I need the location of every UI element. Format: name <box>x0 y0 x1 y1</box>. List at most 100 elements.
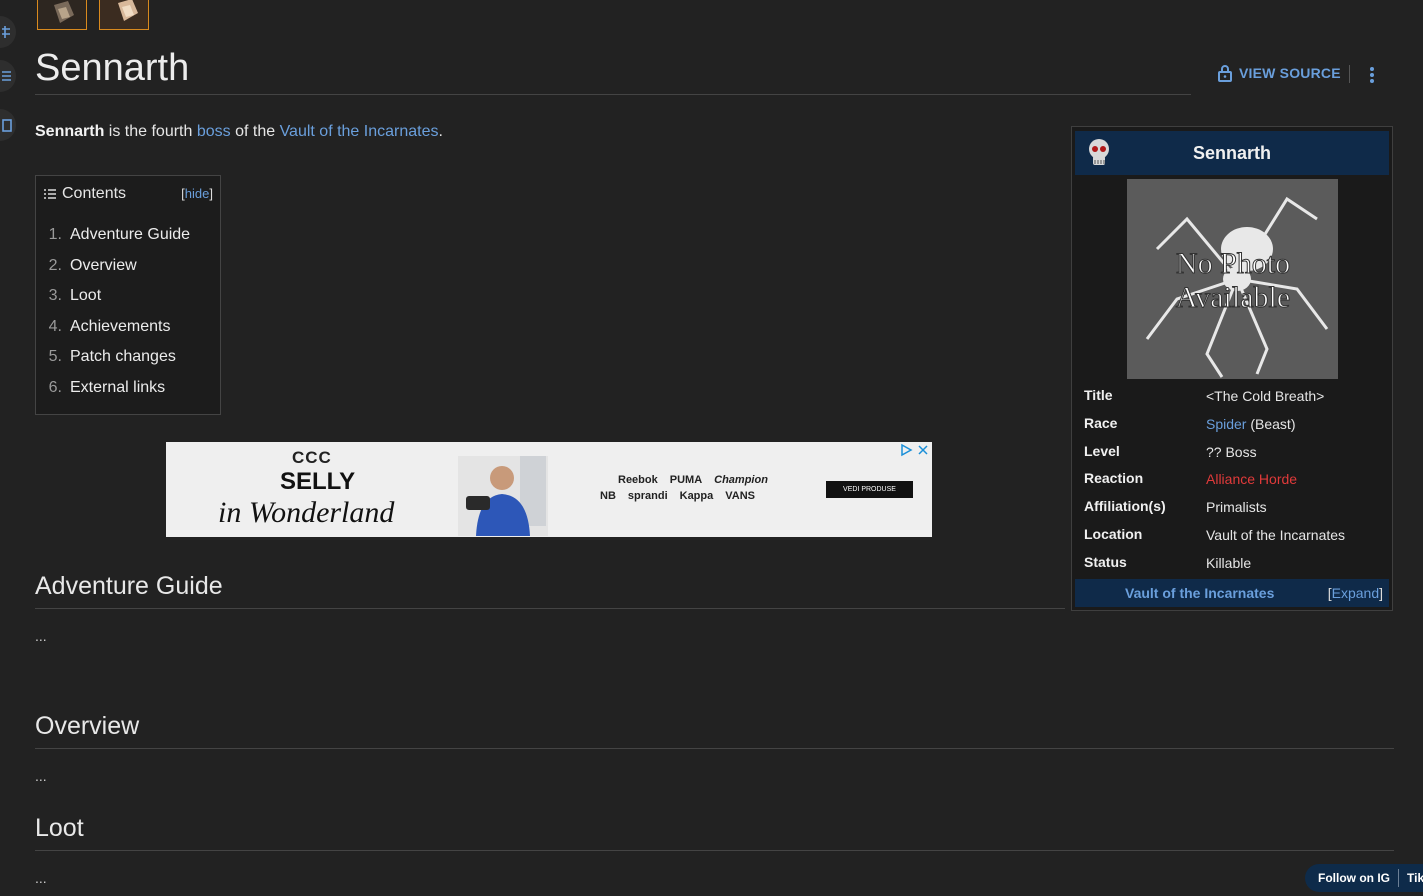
infobox-row-reaction: Reaction Alliance Horde <box>1072 470 1392 498</box>
footer-vault-link[interactable]: Vault of the Incarnates <box>1125 585 1274 601</box>
toc-item-label: Loot <box>70 287 102 304</box>
title-divider <box>35 94 1191 95</box>
infobox-label: Title <box>1084 387 1113 403</box>
toc-item-label: External links <box>70 378 166 396</box>
toc-item-number: 5. <box>48 348 62 365</box>
section-heading-loot: Loot <box>35 814 84 842</box>
toc-hide-toggle: [hide] <box>181 186 213 201</box>
section-heading-adventure-guide: Adventure Guide <box>35 572 223 600</box>
social-follow-bar: Follow on IG Tik <box>1305 864 1423 892</box>
view-source-label: VIEW SOURCE <box>1239 65 1341 81</box>
expand-toggle: [Expand] <box>1328 585 1383 601</box>
rail-button-toggle[interactable] <box>0 16 16 48</box>
thumbnail-image <box>38 0 86 29</box>
expand-link[interactable]: Expand <box>1332 585 1379 601</box>
infobox-title: Sennarth <box>1192 142 1271 163</box>
thumbnail-2[interactable] <box>99 0 149 30</box>
toc-item[interactable]: 4. Achievements <box>36 318 190 349</box>
ad-logos-row-1: Reebok PUMA Champion <box>618 474 768 486</box>
photo-placeholder-line2: Available <box>1176 281 1290 314</box>
infobox-row-location: Location Vault of the Incarnates <box>1072 526 1392 554</box>
follow-tiktok-button[interactable]: Tik <box>1407 871 1423 885</box>
expand-bracket-close: ] <box>1379 585 1383 601</box>
infobox-label: Affiliation(s) <box>1084 498 1166 514</box>
section-body: ... <box>35 870 47 886</box>
infobox-row-status: Status Killable <box>1072 554 1392 582</box>
section-divider <box>35 748 1394 749</box>
toc-hide-link[interactable]: hide <box>185 186 210 201</box>
ad-banner[interactable]: CCC SELLY in Wonderland Reebok PUMA Cham… <box>166 442 932 537</box>
ad-logos-row-2: NB sprandi Kappa VANS <box>600 490 755 502</box>
follow-divider <box>1398 869 1399 887</box>
toc-item-label: Patch changes <box>70 348 176 365</box>
page-title: Sennarth <box>35 47 190 89</box>
view-source-button[interactable]: VIEW SOURCE <box>1217 64 1341 82</box>
infobox-row-race: Race Spider (Beast) <box>1072 415 1392 443</box>
ad-logo: Reebok <box>618 474 658 486</box>
toc-item-number: 3. <box>48 287 62 304</box>
section-heading-overview: Overview <box>35 712 140 740</box>
toc-item-label: Achievements <box>70 317 171 335</box>
ad-brand-mid: SELLY <box>280 468 356 495</box>
race-suffix: (Beast) <box>1246 416 1296 432</box>
rail-button-copy[interactable] <box>0 109 16 141</box>
thumbnail-1[interactable] <box>37 0 87 30</box>
infobox-value: Killable <box>1206 555 1252 571</box>
rail-button-toc[interactable] <box>0 60 16 92</box>
ad-choices[interactable] <box>899 443 930 457</box>
toc-item[interactable]: 5. Patch changes <box>36 348 190 379</box>
toc-item-number: 6. <box>48 378 62 396</box>
clipboard-icon <box>2 119 12 132</box>
ad-logo: VANS <box>725 490 755 502</box>
infobox-label: Level <box>1084 443 1120 459</box>
toc-list-icon <box>44 189 56 199</box>
toc-item[interactable]: 2. Overview <box>36 257 190 288</box>
toc-list: 1. Adventure Guide 2. Overview 3. Loot 4. Ac… <box>36 226 190 409</box>
toc-item[interactable]: 3. Loot <box>36 287 190 318</box>
toc-header: Contents <box>44 185 126 203</box>
ad-cta-button[interactable]: VEDI PRODUSE <box>826 481 913 498</box>
vault-link[interactable]: Vault of the Incarnates <box>280 123 439 140</box>
toc-item-number: 4. <box>48 317 62 335</box>
affiliation-link[interactable]: Primalists <box>1206 499 1267 515</box>
toc-item[interactable]: 1. Adventure Guide <box>36 226 190 257</box>
infobox-row-title: Title <The Cold Breath> <box>1072 387 1392 415</box>
infobox-value: Spider (Beast) <box>1206 416 1295 432</box>
toc-title: Contents <box>62 185 127 202</box>
infobox-value: ?? Boss <box>1206 444 1257 460</box>
table-of-contents: Contents [hide] 1. Adventure Guide 2. Over… <box>35 175 221 415</box>
ad-choices-icon <box>901 443 913 457</box>
close-icon[interactable] <box>916 443 930 457</box>
ad-logo: PUMA <box>669 474 703 486</box>
kebab-menu-icon <box>1370 67 1374 83</box>
infobox-row-level: Level ?? Boss <box>1072 443 1392 471</box>
infobox-label: Race <box>1084 415 1118 431</box>
ad-person-image <box>458 456 548 536</box>
infobox-footer: Vault of the Incarnates [Expand] <box>1075 579 1389 607</box>
intro-paragraph: Sennarth is the fourth boss of the Vault… <box>35 123 443 141</box>
toc-item-label: Adventure Guide <box>70 226 191 243</box>
photo-placeholder-line1: No Photo <box>1176 247 1290 280</box>
location-link[interactable]: Vault of the Incarnates <box>1206 527 1345 543</box>
infobox-label: Reaction <box>1084 470 1144 486</box>
toc-item-label: Overview <box>70 256 137 274</box>
more-actions-button[interactable] <box>1362 64 1382 86</box>
sidebar-toggle-icon <box>2 26 10 38</box>
ad-brand-top: CCC <box>292 448 332 467</box>
section-divider <box>35 608 1065 609</box>
section-divider <box>35 850 1394 851</box>
toolbar-divider <box>1349 65 1350 83</box>
infobox-label: Location <box>1084 526 1143 542</box>
infobox-label: Status <box>1084 554 1127 570</box>
follow-instagram-button[interactable]: Follow on IG <box>1305 871 1390 885</box>
infobox-value: <The Cold Breath> <box>1206 388 1325 404</box>
infobox-header: Sennarth <box>1075 131 1389 175</box>
spider-placeholder-image: No Photo Available <box>1127 179 1338 379</box>
thumbnail-image <box>100 0 148 29</box>
race-link[interactable]: Spider <box>1206 416 1246 432</box>
ad-logo: Champion <box>714 474 768 486</box>
ad-logo: NB <box>600 490 616 502</box>
infobox-photo[interactable]: No Photo Available <box>1127 179 1338 379</box>
boss-link[interactable]: boss <box>197 123 231 140</box>
toc-item[interactable]: 6. External links <box>36 379 190 410</box>
